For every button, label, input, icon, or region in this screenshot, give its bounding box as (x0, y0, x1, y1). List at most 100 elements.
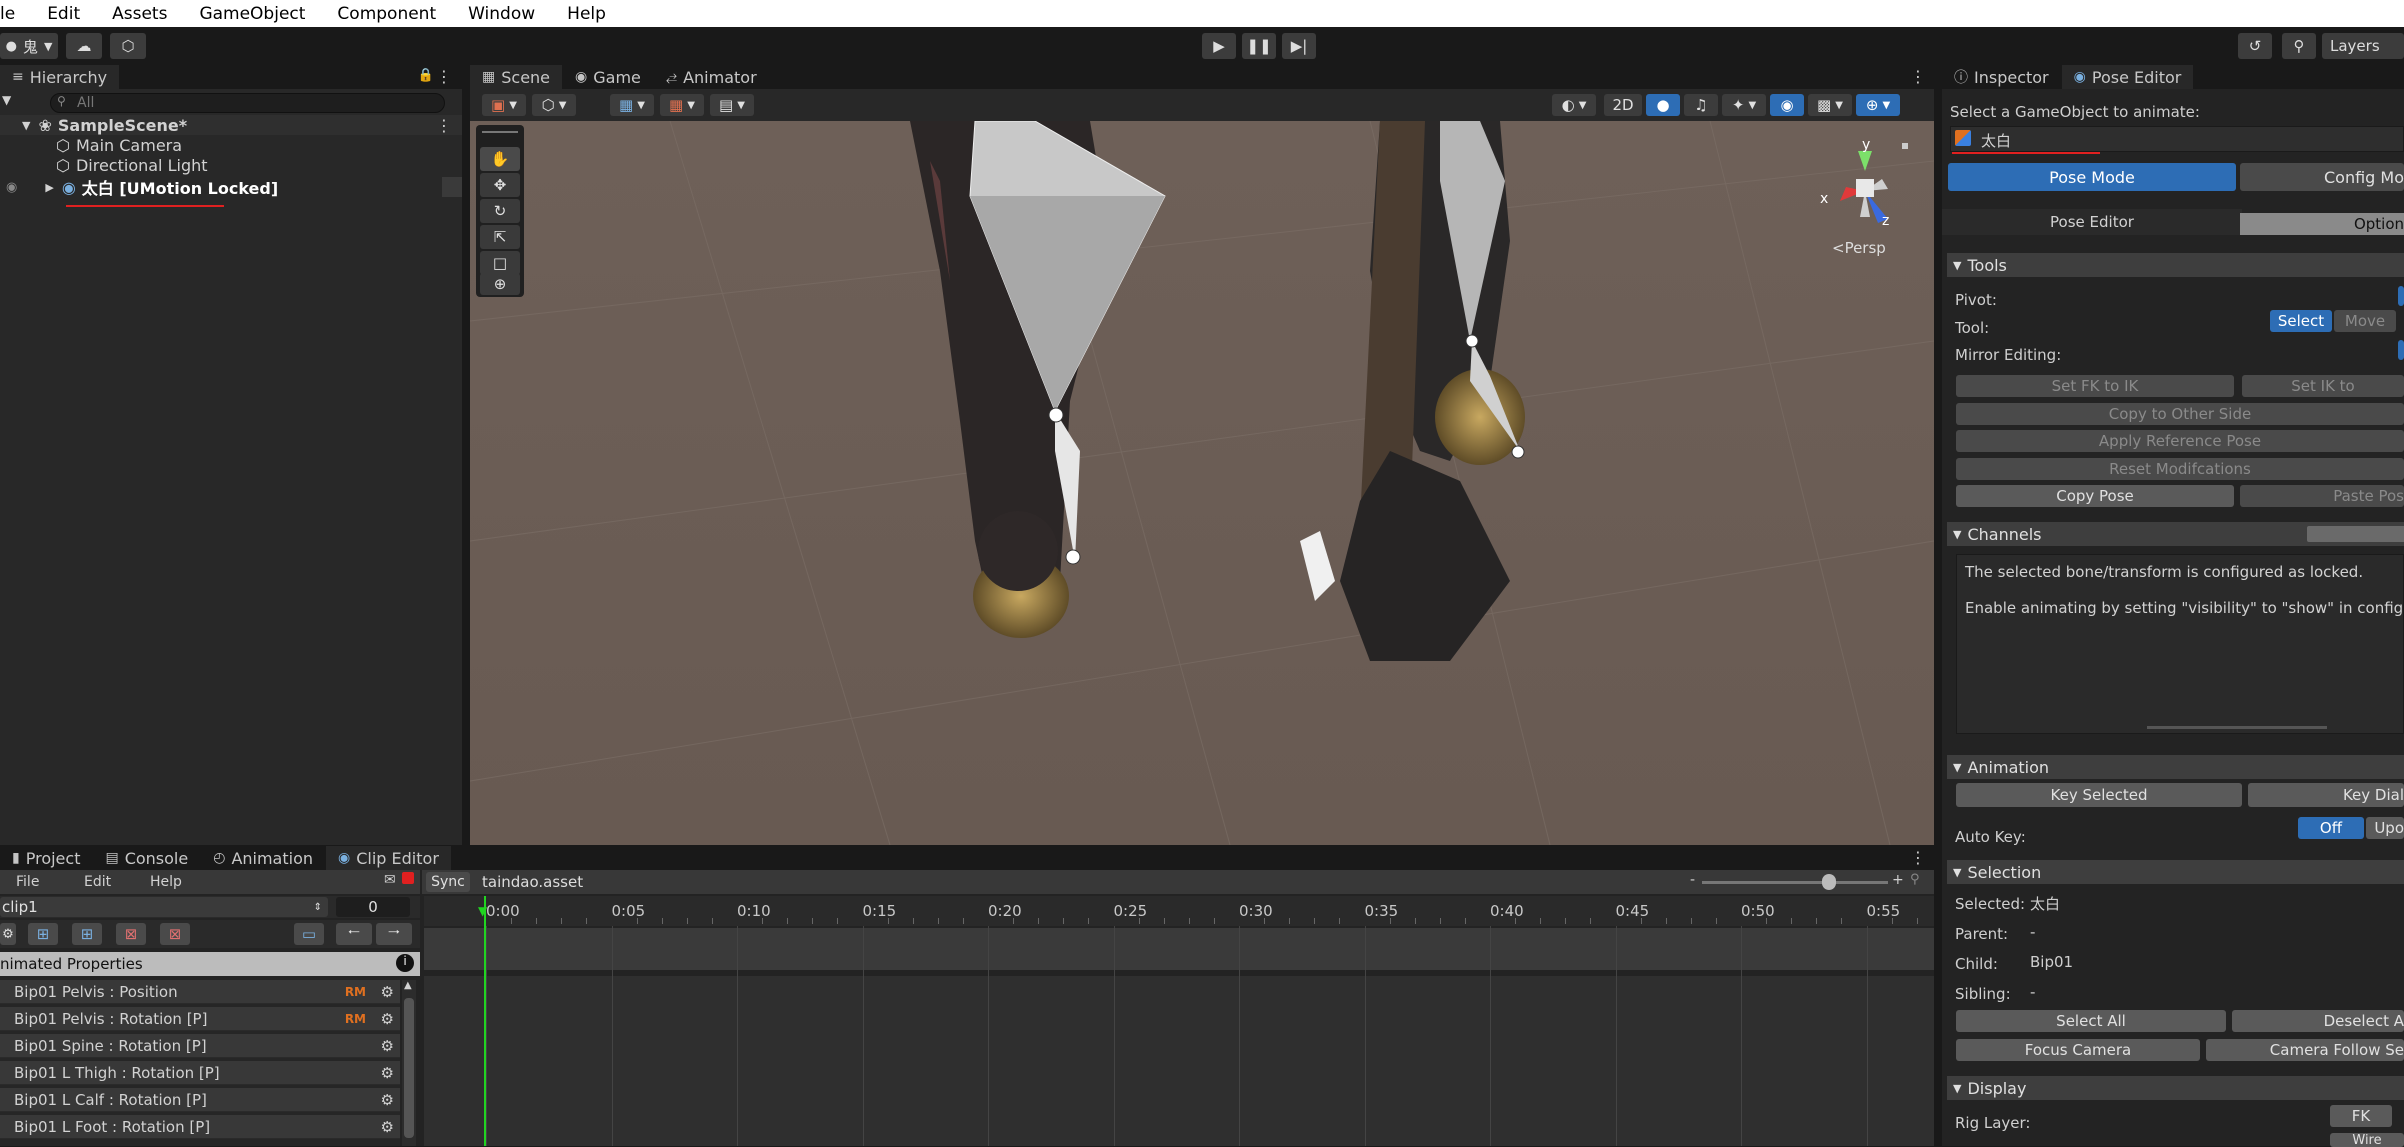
hierarchy-item[interactable]: ⬡ Main Camera (0, 135, 462, 155)
grid-snap-dropdown[interactable]: ▦ ▼ (610, 94, 654, 116)
rotate-tool[interactable]: ↻ (480, 199, 520, 223)
tools-section-header[interactable]: ▼ Tools (1947, 253, 2404, 277)
selection-section-header[interactable]: ▼ Selection (1947, 860, 2404, 884)
transform-tool[interactable]: ⊕ (480, 273, 520, 295)
add-key-button[interactable]: ⊞ (28, 923, 58, 945)
tool-move-button[interactable]: Move (2334, 310, 2396, 332)
hierarchy-item[interactable]: ⬡ Directional Light (0, 155, 462, 175)
list-item[interactable]: Bip01 Pelvis : Rotation [P] RM ⚙ (0, 1007, 400, 1031)
menu-edit[interactable]: Edit (47, 4, 80, 24)
gear-icon[interactable]: ⚙ (381, 1064, 394, 1082)
gear-icon[interactable]: ⚙ (381, 1091, 394, 1109)
move-tool[interactable]: ✥ (480, 173, 520, 197)
set-ik-to-fk-button[interactable]: Set IK to (2242, 375, 2404, 397)
scene-viewport[interactable]: ✋ ✥ ↻ ⇱ □ ⊕ y x z <Persp (470, 121, 1934, 845)
drag-handle[interactable] (482, 131, 518, 135)
menu-help[interactable]: Help (567, 4, 606, 24)
tab-clip-editor[interactable]: ◉ Clip Editor (326, 846, 452, 870)
search-button[interactable]: ⚲ (2282, 33, 2316, 59)
gameobject-field[interactable]: 太白 (1950, 126, 2404, 152)
channels-scrollbar[interactable] (2147, 726, 2327, 729)
display-section-header[interactable]: ▼ Display (1947, 1076, 2404, 1100)
tab-animation[interactable]: ◴ Animation (201, 846, 327, 870)
auto-key-off-button[interactable]: Off (2298, 817, 2364, 839)
subtab-options[interactable]: Option (2240, 213, 2404, 235)
shading-dropdown[interactable]: ⬡ ▼ (532, 94, 576, 116)
clip-dropdown[interactable]: clip1 ⇕ (0, 897, 328, 917)
menu-file[interactable]: le (0, 4, 15, 24)
reset-modifications-button[interactable]: Reset Modifcations (1956, 458, 2404, 480)
zoom-slider[interactable] (1702, 881, 1888, 884)
visibility-icon[interactable]: ◉ (6, 180, 17, 195)
deselect-all-button[interactable]: Deselect A (2232, 1010, 2404, 1032)
increment-snap-dropdown[interactable]: ▦ ▼ (660, 94, 704, 116)
camera-follow-button[interactable]: Camera Follow Se (2206, 1039, 2404, 1061)
mirror-toggle[interactable] (2398, 340, 2404, 360)
rect-tool[interactable]: □ (480, 251, 520, 275)
expand-arrow-icon[interactable]: ▼ (22, 119, 30, 132)
projection-label[interactable]: <Persp (1832, 239, 1886, 257)
key-selected-button[interactable]: Key Selected (1956, 783, 2242, 807)
kebab-icon[interactable]: ⋮ (436, 67, 452, 86)
pivot-toggle[interactable] (2398, 286, 2404, 306)
hierarchy-item-selected[interactable]: ◉ ▶ ◉ 太白 [UMotion Locked] (0, 177, 462, 198)
tool-select-button[interactable]: Select (2270, 310, 2332, 332)
tab-project[interactable]: ▮ Project (0, 846, 94, 870)
info-icon[interactable]: i (396, 954, 414, 972)
collab-button[interactable]: ⬡ (110, 33, 146, 59)
tab-game[interactable]: ◉ Game (563, 65, 654, 89)
menu-gameobject[interactable]: GameObject (199, 4, 305, 24)
playhead[interactable] (484, 896, 486, 1146)
delete-key-button[interactable]: ⊠ (116, 923, 146, 945)
menu-assets[interactable]: Assets (112, 4, 167, 24)
scene-row[interactable]: ▼ ❀ SampleScene* ⋮ (0, 115, 462, 135)
menu-edit[interactable]: Edit (84, 874, 111, 890)
rig-layer-fk-button[interactable]: FK (2330, 1105, 2392, 1127)
pose-mode-button[interactable]: Pose Mode (1948, 163, 2236, 191)
add-key-all-button[interactable]: ⊞ (72, 923, 102, 945)
account-dropdown[interactable]: ● 鬼 ▼ (0, 33, 58, 59)
select-all-button[interactable]: Select All (1956, 1010, 2226, 1032)
list-item[interactable]: Bip01 L Thigh : Rotation [P] ⚙ (0, 1061, 400, 1085)
config-mode-button[interactable]: Config Mo (2240, 163, 2404, 191)
tab-pose-editor[interactable]: ◉ Pose Editor (2061, 65, 2195, 89)
notification-bell-icon[interactable]: ✉ (384, 872, 396, 888)
draw-mode-dropdown[interactable]: ▣ ▼ (482, 94, 526, 116)
timeline-ruler[interactable]: 0:00 0:05 0:10 0:15 0:20 0:25 0:30 0:35 0:40 0:45… (424, 896, 1968, 926)
lighting-toggle[interactable]: ● (1646, 94, 1680, 116)
create-dropdown-icon[interactable]: ▼ (2, 93, 11, 107)
next-key-button[interactable]: 🠂 (376, 923, 412, 945)
menu-file[interactable]: File (16, 874, 39, 890)
delete-key-all-button[interactable]: ⊠ (160, 923, 190, 945)
lock-icon[interactable]: 🔒 (418, 68, 434, 83)
pause-button[interactable]: ❚❚ (1242, 33, 1276, 59)
scroll-thumb[interactable] (404, 998, 414, 1138)
zoom-icon[interactable]: ⚲ (1910, 872, 1920, 887)
gizmos-dropdown[interactable]: ⊕ ▼ (1856, 94, 1900, 116)
timeline-summary-row[interactable] (424, 928, 1934, 970)
2d-toggle[interactable]: 2D (1604, 94, 1642, 116)
settings-button[interactable]: ⚙ (0, 923, 16, 945)
set-fk-to-ik-button[interactable]: Set FK to IK (1956, 375, 2234, 397)
scene-kebab-icon[interactable]: ⋮ (436, 116, 452, 135)
copy-to-other-side-button[interactable]: Copy to Other Side (1956, 403, 2404, 425)
sync-button[interactable]: Sync (426, 872, 470, 892)
kebab-icon[interactable]: ⋮ (1910, 67, 1926, 86)
menu-component[interactable]: Component (337, 4, 436, 24)
property-scrollbar[interactable]: ▲ (402, 980, 416, 1146)
playhead-marker-icon[interactable]: ▼ (478, 904, 487, 918)
subtab-pose-editor[interactable]: Pose Editor (1942, 209, 2242, 235)
menu-help[interactable]: Help (150, 874, 182, 890)
list-item[interactable]: Bip01 Spine : Rotation [P] ⚙ (0, 1034, 400, 1058)
cloud-button[interactable]: ☁ (66, 33, 102, 59)
list-item[interactable]: Bip01 Pelvis : Position RM ⚙ (0, 980, 400, 1004)
prev-key-button[interactable]: 🠀 (336, 923, 372, 945)
wire-button[interactable]: Wire (2330, 1133, 2404, 1147)
tab-animator[interactable]: ⥄ Animator (653, 65, 770, 89)
add-folder-button[interactable]: ▭ (294, 923, 324, 945)
kebab-icon[interactable]: ⋮ (1910, 848, 1926, 867)
gear-icon[interactable]: ⚙ (381, 1010, 394, 1028)
gear-icon[interactable]: ⚙ (381, 983, 394, 1001)
expand-arrow-icon[interactable]: ▶ (45, 181, 53, 194)
hierarchy-search-input[interactable]: ⚲ All (50, 93, 445, 113)
